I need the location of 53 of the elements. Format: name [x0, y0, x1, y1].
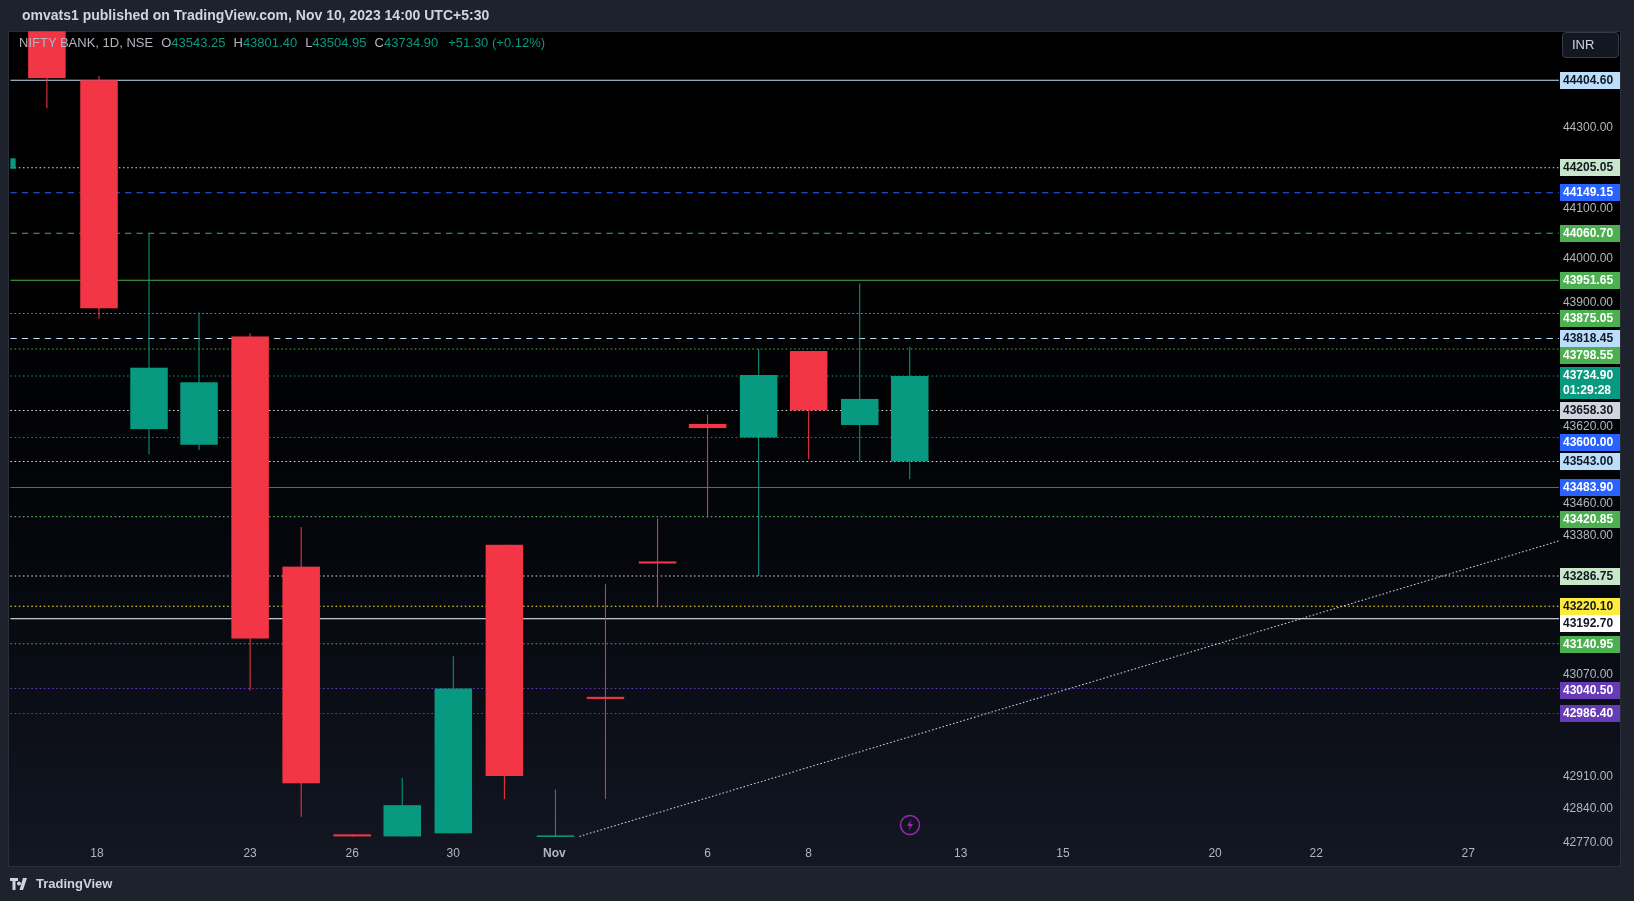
- ohlc-value: 43543.25: [171, 34, 226, 52]
- brand-name: TradingView: [36, 875, 113, 894]
- price-tick: 43380.00: [1561, 528, 1614, 544]
- date-label: 30: [445, 845, 461, 862]
- price-tick: 44100.00: [1561, 201, 1614, 217]
- date-label: 23: [242, 845, 258, 862]
- ohlc-value: 43734.90: [384, 34, 439, 52]
- date-label: 15: [1055, 845, 1071, 862]
- price-label: 44205.05: [1560, 159, 1620, 177]
- price-label: 43658.30: [1560, 402, 1620, 420]
- date-label: Nov: [542, 845, 567, 862]
- price-label: 43798.55: [1560, 347, 1620, 365]
- price-label: 43600.00: [1560, 434, 1620, 452]
- last-price: 43734.90: [1563, 368, 1615, 384]
- price-label: 43420.85: [1560, 511, 1620, 529]
- date-label: 18: [89, 845, 105, 862]
- date-label: 27: [1460, 845, 1476, 862]
- price-tick: 42840.00: [1561, 801, 1614, 817]
- candle: [536, 789, 575, 837]
- price-label: 44149.15: [1560, 184, 1620, 202]
- price-tick: 44300.00: [1561, 119, 1614, 135]
- candle: [10, 158, 16, 169]
- date-label: 13: [953, 845, 969, 862]
- publish-info: omvats1 published on TradingView.com, Nov 10, 2023 14:00 UTC+5:30: [22, 6, 490, 25]
- price-label: 42986.40: [1560, 705, 1620, 723]
- countdown-timer: 01:29:28: [1563, 383, 1613, 399]
- ohlc-value: 43801.40: [242, 34, 298, 52]
- candle: [333, 833, 371, 837]
- date-label: 6: [703, 845, 712, 862]
- price-tick: 42770.00: [1561, 834, 1614, 850]
- date-label: 8: [804, 845, 813, 862]
- price-label: 43543.00: [1560, 453, 1620, 471]
- price-tick: 43620.00: [1561, 419, 1614, 435]
- ohlc-label: L: [305, 34, 313, 52]
- candle: [383, 777, 421, 837]
- ohlc-label: H: [233, 34, 243, 52]
- date-label: 20: [1207, 845, 1223, 862]
- date-label: 22: [1308, 845, 1324, 862]
- price-tick: 42910.00: [1561, 768, 1614, 784]
- price-label: 43483.90: [1560, 479, 1620, 497]
- ohlc-label: C: [374, 34, 384, 52]
- logo-icon: [10, 878, 30, 890]
- price-tick: 43900.00: [1561, 294, 1614, 310]
- currency-button[interactable]: INR: [1562, 32, 1619, 58]
- date-label: 26: [344, 845, 360, 862]
- price-label: 43818.45: [1560, 330, 1620, 348]
- ohlc-value: 43504.95: [312, 34, 367, 52]
- price-tick: 43460.00: [1561, 496, 1614, 512]
- price-tick: 44000.00: [1561, 250, 1614, 266]
- ohlc-label: O: [161, 34, 172, 52]
- price-change: +51.30 (+0.12%): [448, 34, 546, 52]
- price-tick: 43070.00: [1561, 666, 1614, 682]
- lightning-icon[interactable]: [899, 814, 921, 836]
